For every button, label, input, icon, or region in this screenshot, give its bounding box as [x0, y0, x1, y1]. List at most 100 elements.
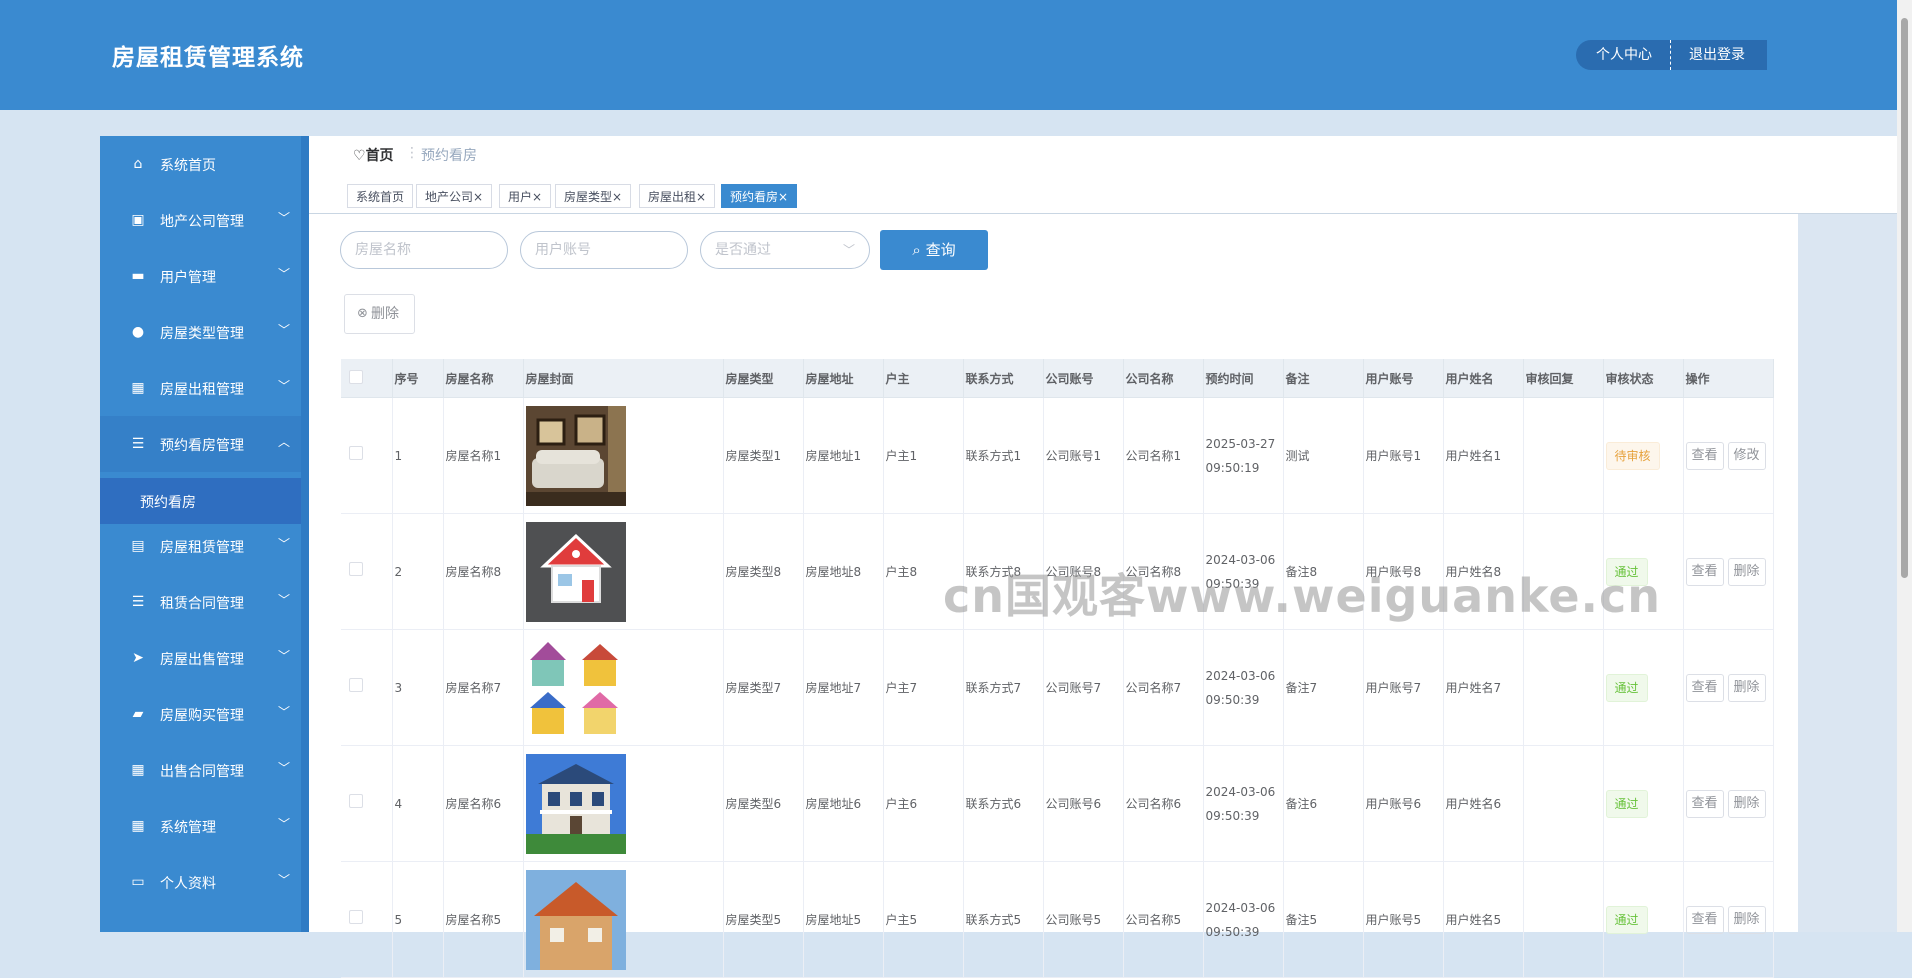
cell-status: 待审核 [1603, 397, 1684, 514]
row-select-cell[interactable] [341, 745, 393, 862]
row-select-cell[interactable] [341, 397, 393, 514]
status-badge: 通过 [1605, 905, 1648, 934]
row-checkbox[interactable] [349, 677, 363, 692]
delete-row-button[interactable]: 删除 [1727, 557, 1766, 586]
sidebar-item-4[interactable]: ▦ 房屋出租管理 ﹀ [100, 360, 301, 416]
delete-row-button[interactable]: 删除 [1727, 905, 1766, 934]
sidebar-item-8[interactable]: ➤ 房屋出售管理 ﹀ [100, 630, 301, 686]
content-side-strip [1798, 214, 1897, 932]
breadcrumb-home[interactable]: ♡首页 [353, 145, 394, 165]
cell-name: 房屋名称5 [443, 861, 524, 978]
close-circle-icon: ⊗ [357, 306, 368, 321]
wallet-icon: ▰ [132, 706, 144, 722]
row-checkbox[interactable] [349, 561, 363, 576]
cell-contact: 联系方式6 [963, 745, 1044, 862]
sidebar-item-7[interactable]: ☰ 租赁合同管理 ﹀ [100, 574, 301, 630]
profile-center-button[interactable]: 个人中心 [1576, 40, 1671, 70]
close-icon[interactable]: × [612, 190, 622, 204]
sidebar-item-label: 租赁合同管理 [160, 596, 244, 612]
sidebar-item-0[interactable]: ⌂ 系统首页 [100, 136, 301, 192]
cell-user-account: 用户账号7 [1363, 629, 1444, 746]
row-select-cell[interactable] [341, 861, 393, 978]
delete-row-button[interactable]: 删除 [1727, 673, 1766, 702]
sidebar-item-label: 个人资料 [160, 876, 216, 892]
tag-2[interactable]: 用户× [499, 184, 552, 208]
cell-remark: 备注7 [1283, 629, 1364, 746]
delete-button[interactable]: ⊗ 删除 [344, 294, 415, 334]
cell-user-name: 用户姓名5 [1443, 861, 1524, 978]
row-select-cell[interactable] [341, 513, 393, 630]
column-header-6: 户主 [883, 359, 964, 398]
cell-reply [1523, 629, 1604, 746]
column-header-7: 联系方式 [963, 359, 1044, 398]
sidebar-item-5[interactable]: ☰ 预约看房管理 ︿ [100, 416, 301, 472]
sidebar-item-3[interactable]: ● 房屋类型管理 ﹀ [100, 304, 301, 360]
close-icon[interactable]: × [778, 190, 788, 204]
tag-5[interactable]: 预约看房× [721, 184, 798, 208]
house-name-input[interactable]: 房屋名称 [340, 231, 508, 269]
cell-status: 通过 [1603, 861, 1684, 978]
approved-select[interactable]: 是否通过 ﹀ [700, 231, 870, 269]
select-all-checkbox[interactable] [349, 369, 363, 384]
cell-name: 房屋名称6 [443, 745, 524, 862]
cell-type: 房屋类型8 [723, 513, 804, 630]
cell-owner: 户主5 [883, 861, 964, 978]
chevron-down-icon: ﹀ [278, 267, 291, 281]
cell-time: 2025-03-27 09:50:19 [1203, 397, 1284, 514]
tag-4[interactable]: 房屋出租× [639, 184, 716, 208]
cell-name: 房屋名称1 [443, 397, 524, 514]
column-header-3: 房屋封面 [523, 359, 724, 398]
cell-status: 通过 [1603, 513, 1684, 630]
search-icon: ⌕ [912, 241, 921, 259]
tags-view: 系统首页 地产公司× 用户× 房屋类型× 房屋出租× 预约看房× [309, 179, 1897, 214]
sidebar-item-1[interactable]: ▣ 地产公司管理 ﹀ [100, 192, 301, 248]
close-icon[interactable]: × [696, 190, 706, 204]
tag-3[interactable]: 房屋类型× [555, 184, 632, 208]
tag-label: 预约看房 [730, 190, 779, 204]
logout-button[interactable]: 退出登录 [1671, 40, 1767, 70]
cell-address: 房屋地址7 [803, 629, 884, 746]
sidebar-subitem-appointment[interactable]: 预约看房 [100, 478, 301, 524]
cell-company-account: 公司账号1 [1043, 397, 1124, 514]
chevron-down-icon: ﹀ [278, 379, 291, 393]
sidebar-item-10[interactable]: ▦ 出售合同管理 ﹀ [100, 742, 301, 798]
sidebar-item-2[interactable]: ▬ 用户管理 ﹀ [100, 248, 301, 304]
row-checkbox[interactable] [349, 793, 363, 808]
scrollbar-thumb[interactable] [1901, 18, 1908, 578]
column-header-0[interactable] [341, 359, 393, 398]
view-button[interactable]: 查看 [1685, 673, 1724, 702]
cell-user-name: 用户姓名8 [1443, 513, 1524, 630]
sidebar-item-12[interactable]: ▭ 个人资料 ﹀ [100, 854, 301, 910]
cell-user-account: 用户账号6 [1363, 745, 1444, 862]
cell-name: 房屋名称7 [443, 629, 524, 746]
column-header-13: 用户姓名 [1443, 359, 1524, 398]
chevron-down-icon: ﹀ [842, 243, 855, 257]
tag-0[interactable]: 系统首页 [347, 184, 414, 208]
status-badge: 通过 [1605, 557, 1648, 586]
column-header-15: 审核状态 [1603, 359, 1684, 398]
tag-1[interactable]: 地产公司× [416, 184, 493, 208]
sidebar-item-9[interactable]: ▰ 房屋购买管理 ﹀ [100, 686, 301, 742]
view-button[interactable]: 查看 [1685, 905, 1724, 934]
view-button[interactable]: 查看 [1685, 789, 1724, 818]
query-button[interactable]: ⌕ 查询 [880, 230, 988, 270]
cell-owner: 户主6 [883, 745, 964, 862]
user-account-input[interactable]: 用户账号 [520, 231, 688, 269]
sidebar-item-11[interactable]: ▦ 系统管理 ﹀ [100, 798, 301, 854]
cell-owner: 户主7 [883, 629, 964, 746]
column-header-10: 预约时间 [1203, 359, 1284, 398]
row-checkbox[interactable] [349, 909, 363, 924]
edit-button[interactable]: 修改 [1727, 441, 1766, 470]
view-button[interactable]: 查看 [1685, 557, 1724, 586]
close-icon[interactable]: × [532, 190, 542, 204]
sidebar-edge [301, 136, 309, 932]
view-button[interactable]: 查看 [1685, 441, 1724, 470]
cell-actions: 查看 删除 [1683, 629, 1774, 746]
row-select-cell[interactable] [341, 629, 393, 746]
delete-row-button[interactable]: 删除 [1727, 789, 1766, 818]
row-checkbox[interactable] [349, 445, 363, 460]
cell-no: 5 [392, 861, 444, 978]
sidebar-item-6[interactable]: ▤ 房屋租赁管理 ﹀ [100, 518, 301, 574]
close-icon[interactable]: × [473, 190, 483, 204]
chevron-down-icon: ﹀ [278, 211, 291, 225]
